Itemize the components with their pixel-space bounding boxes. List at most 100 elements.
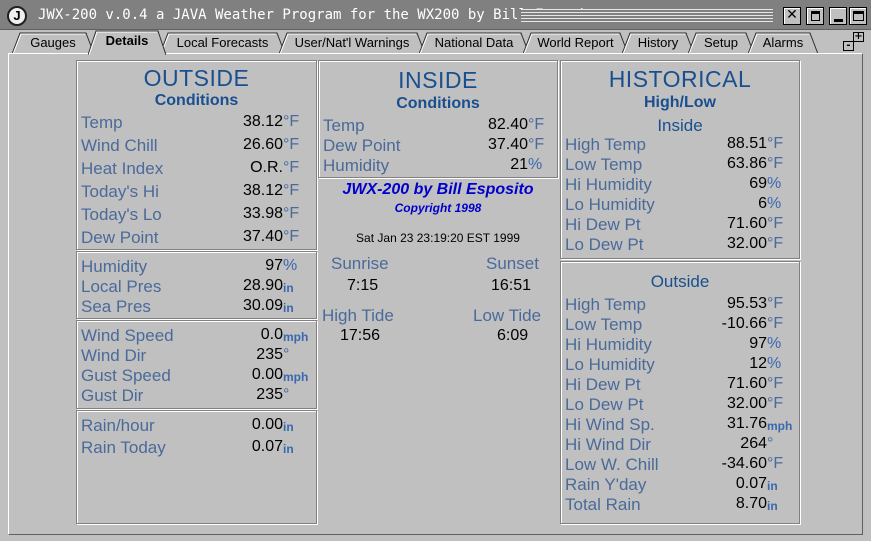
inside-conditions-box: INSIDE Conditions Temp 82.40 °F Dew Point 37…: [318, 60, 558, 178]
tab-world-report[interactable]: World Report: [523, 32, 628, 54]
row-value: 12: [749, 355, 767, 372]
row-label: Today's Lo: [81, 205, 162, 224]
program-credit: JWX-200 by Bill Esposito: [342, 181, 534, 198]
tab-alarms[interactable]: Alarms: [748, 32, 818, 54]
row-label: Temp: [323, 116, 365, 135]
tab-scroller: - +: [843, 32, 865, 52]
data-row: Gust Dir 235 °: [81, 386, 311, 406]
row-label: Rain Today: [81, 438, 166, 457]
tab-label: World Report: [537, 35, 614, 50]
tab-strip: Gauges Details Local Forecasts User/Nat'…: [0, 30, 871, 55]
row-value: 37.40: [487, 136, 528, 153]
row-value: 97: [265, 257, 283, 274]
menu-icon: [811, 11, 820, 21]
row-value: 0.07: [251, 438, 283, 455]
row-value: 95.53: [726, 295, 767, 312]
tab-history[interactable]: History: [622, 32, 694, 54]
row-unit: °F: [767, 375, 784, 392]
historical-inside-box: HISTORICAL High/Low Inside High Temp 88.5…: [560, 60, 800, 259]
row-unit: in: [767, 499, 778, 513]
data-row: High Temp 88.51 °F: [565, 135, 795, 155]
row-label: Hi Humidity: [565, 175, 652, 194]
row-label: Hi Dew Pt: [565, 215, 641, 234]
row-label: Sea Pres: [81, 297, 151, 316]
data-row: Rain/hour 0.00 in: [81, 416, 311, 436]
row-unit: °F: [283, 159, 300, 176]
row-label: Rain/hour: [81, 416, 155, 435]
row-label: Total Rain: [565, 495, 641, 514]
row-label: Low W. Chill: [565, 455, 659, 474]
tab-label: Details: [105, 33, 149, 48]
row-unit: in: [283, 420, 294, 434]
row-unit: in: [283, 281, 294, 295]
data-row: Low Temp -10.66 °F: [565, 315, 795, 335]
window-menu-button[interactable]: [806, 7, 824, 25]
historical-title: HISTORICAL: [608, 66, 752, 92]
row-unit: °F: [767, 215, 784, 232]
row-value: 31.76: [726, 415, 767, 432]
row-value: 71.60: [726, 215, 767, 232]
tab-warnings[interactable]: User/Nat'l Warnings: [279, 32, 425, 54]
data-row: Hi Humidity 69%: [565, 175, 795, 195]
tab-gauges[interactable]: Gauges: [12, 32, 94, 54]
title-bar-grip: [521, 9, 773, 23]
row-value: 0.0: [260, 326, 283, 343]
row-label: Temp: [81, 113, 123, 132]
row-label: Heat Index: [81, 159, 164, 178]
data-row: Low W. Chill -34.60 °F: [565, 455, 795, 475]
row-label: Local Pres: [81, 277, 162, 296]
row-label: Humidity: [81, 257, 148, 276]
row-label: Low Temp: [565, 315, 643, 334]
data-row: Lo Humidity 6%: [565, 195, 795, 215]
row-unit: %: [767, 335, 782, 352]
row-label: Gust Dir: [81, 386, 144, 405]
high-tide-label: High Tide: [322, 306, 394, 325]
tab-local-forecasts[interactable]: Local Forecasts: [160, 32, 285, 54]
row-unit: °F: [528, 116, 545, 133]
tab-scroll-right-button[interactable]: +: [853, 32, 864, 42]
title-bar[interactable]: J JWX-200 v.0.4 a JAVA Weather Program f…: [0, 0, 871, 30]
info-area: JWX-200 by Bill Esposito Copyright 1998 …: [318, 178, 558, 524]
window-title: JWX-200 v.0.4 a JAVA Weather Program for…: [38, 7, 603, 23]
tab-label: Local Forecasts: [176, 35, 269, 50]
row-label: Hi Dew Pt: [565, 375, 641, 394]
outside-title: OUTSIDE: [143, 65, 250, 91]
tab-national-data[interactable]: National Data: [419, 32, 529, 54]
maximize-button[interactable]: [849, 7, 867, 25]
row-label: Rain Y'day: [565, 475, 647, 494]
row-value: 21: [510, 156, 528, 173]
high-tide-time: 17:56: [340, 327, 381, 344]
data-row: Wind Speed 0.0 mph: [81, 326, 311, 346]
row-value: 71.60: [726, 375, 767, 392]
sunrise-label: Sunrise: [331, 254, 389, 273]
row-value: 264: [740, 435, 767, 452]
data-row: Wind Dir 235 °: [81, 346, 311, 366]
minimize-button[interactable]: [829, 7, 847, 25]
row-unit: in: [283, 442, 294, 456]
row-unit: °F: [767, 295, 784, 312]
data-row: Lo Humidity 12%: [565, 355, 795, 375]
data-row: Low Temp 63.86 °F: [565, 155, 795, 175]
row-unit: °F: [283, 136, 300, 153]
close-button[interactable]: ✕: [783, 7, 801, 25]
row-value: 0.00: [251, 366, 283, 383]
row-unit: mph: [283, 330, 309, 344]
row-unit: in: [283, 301, 294, 315]
tab-scroll-left-button[interactable]: -: [843, 41, 854, 51]
data-row: Total Rain 8.70 in: [565, 495, 795, 515]
row-unit: in: [767, 479, 778, 493]
row-unit: °F: [767, 235, 784, 252]
row-unit: mph: [283, 370, 309, 384]
row-unit: %: [283, 257, 298, 274]
data-row: Lo Dew Pt 32.00 °F: [565, 395, 795, 415]
app-icon[interactable]: J: [7, 6, 27, 26]
row-unit: °: [283, 386, 290, 403]
row-unit: °F: [767, 315, 784, 332]
tab-label: Gauges: [30, 35, 76, 50]
row-unit: °F: [767, 135, 784, 152]
data-row: Gust Speed 0.00 mph: [81, 366, 311, 386]
tab-setup[interactable]: Setup: [688, 32, 754, 54]
tab-label: History: [637, 35, 679, 50]
row-value: 8.70: [735, 495, 767, 512]
tab-details[interactable]: Details: [88, 30, 166, 55]
